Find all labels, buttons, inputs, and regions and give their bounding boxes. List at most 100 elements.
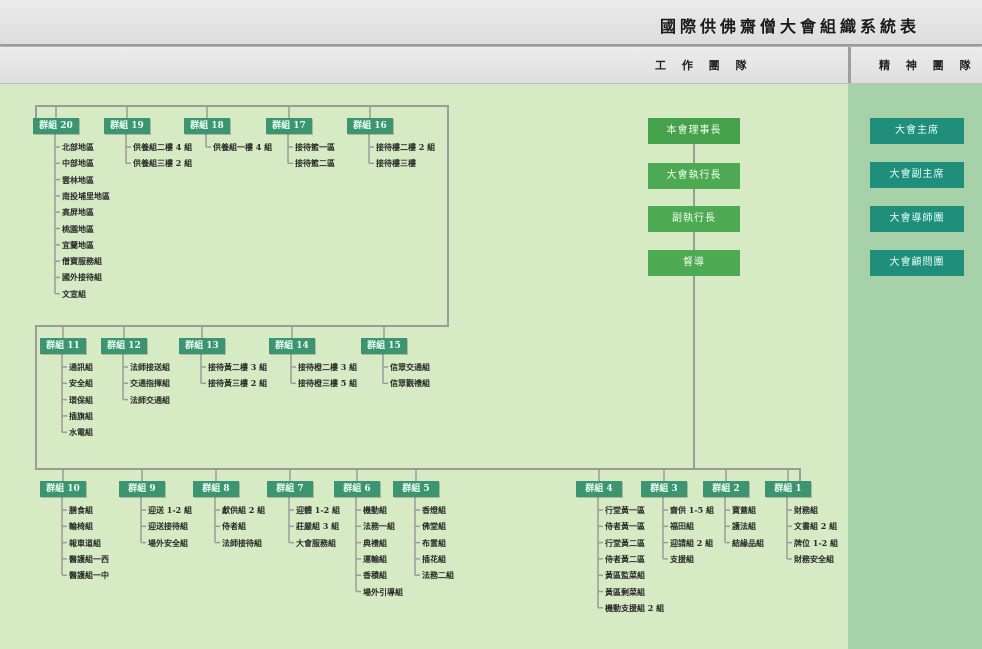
groupset-8-item: 獻供組 2 組 bbox=[222, 505, 266, 515]
groupset-9-item: 迎送 1-2 組 bbox=[148, 505, 193, 515]
groupset-13-item: 接待黃二樓 3 組 bbox=[208, 362, 268, 372]
spirit-mentor-group[interactable]: 大會導師團 bbox=[870, 206, 964, 232]
groupset-5-box[interactable]: 群組 5 bbox=[393, 481, 439, 497]
role-executive-director[interactable]: 大會執行長 bbox=[648, 163, 740, 189]
groupset-11-item: 水電組 bbox=[69, 427, 93, 438]
groupset-6-item: 運輸組 bbox=[363, 553, 387, 564]
groupset-9-item: 場外安全組 bbox=[148, 537, 188, 548]
groupset-16-item: 接待樓三樓 bbox=[376, 158, 416, 169]
groupset-7-item: 迎體 1-2 組 bbox=[296, 505, 341, 515]
groupset-4-item: 侍者黃二區 bbox=[605, 553, 645, 564]
groupset-18-item: 供養組一樓 4 組 bbox=[213, 142, 273, 152]
groupset-10-item: 醫護組一中 bbox=[69, 570, 109, 581]
groupset-3-item: 齋供 1-5 組 bbox=[670, 505, 715, 515]
spirit-advisor-group[interactable]: 大會顧問團 bbox=[870, 250, 964, 276]
groupset-20-item: 桃園地區 bbox=[62, 223, 94, 234]
groupset-11-item: 安全組 bbox=[69, 378, 93, 389]
groupset-20-item: 雲林地區 bbox=[62, 174, 94, 185]
role-supervisor[interactable]: 督導 bbox=[648, 250, 740, 276]
groupset-5-item: 香燈組 bbox=[422, 505, 446, 515]
groupset-20-box[interactable]: 群組 20 bbox=[33, 118, 79, 134]
groupset-18-box[interactable]: 群組 18 bbox=[184, 118, 230, 134]
groupset-8-item: 法師接待組 bbox=[222, 537, 262, 548]
groupset-20-item: 南投埔里地區 bbox=[62, 190, 110, 201]
groupset-4-item: 侍者黃一區 bbox=[605, 521, 645, 532]
groupset-2-item: 結緣品組 bbox=[732, 537, 764, 548]
groupset-4-item: 黃區監菜組 bbox=[605, 570, 645, 581]
groupset-6-item: 法務一組 bbox=[363, 521, 395, 532]
groupset-8-box[interactable]: 群組 8 bbox=[193, 481, 239, 497]
groupset-11-item: 通訊組 bbox=[69, 362, 93, 372]
groupset-3-item: 支援組 bbox=[670, 553, 694, 564]
groupset-12-box[interactable]: 群組 12 bbox=[101, 338, 147, 354]
groupset-5-item: 法務二組 bbox=[422, 570, 454, 581]
groupset-4-box[interactable]: 群組 4 bbox=[576, 481, 622, 497]
groupset-6-item: 典禮組 bbox=[363, 537, 387, 548]
groupset-2-item: 寶蓋組 bbox=[732, 505, 756, 515]
groupset-3-item: 福田組 bbox=[670, 521, 694, 532]
groupset-2-item: 護法組 bbox=[732, 521, 756, 532]
groupset-20-item: 高屏地區 bbox=[62, 207, 94, 218]
groupset-12-item: 交通指揮組 bbox=[130, 378, 170, 389]
groupset-20-item: 宜蘭地區 bbox=[62, 239, 94, 250]
groupset-10-box[interactable]: 群組 10 bbox=[40, 481, 86, 497]
groupset-12-item: 法師交通組 bbox=[130, 394, 170, 405]
groupset-17-item: 接待籃二區 bbox=[295, 158, 335, 169]
groupset-6-item: 機動組 bbox=[363, 505, 387, 515]
groupset-9-box[interactable]: 群組 9 bbox=[119, 481, 165, 497]
role-deputy-director[interactable]: 副執行長 bbox=[648, 206, 740, 232]
groupset-17-item: 接待籃一區 bbox=[295, 142, 335, 152]
groupset-16-item: 接待樓二樓 2 組 bbox=[376, 142, 436, 152]
groupset-5-item: 布置組 bbox=[422, 537, 446, 548]
groupset-7-item: 莊嚴組 3 組 bbox=[296, 521, 340, 532]
spirit-president[interactable]: 大會主席 bbox=[870, 118, 964, 144]
groupset-4-item: 黃區剩菜組 bbox=[605, 586, 645, 597]
groupset-15-item: 信眾觀禮組 bbox=[390, 378, 430, 389]
groupset-19-item: 供養組二樓 4 組 bbox=[133, 142, 193, 152]
groupset-13-item: 接待黃三樓 2 組 bbox=[208, 378, 268, 389]
groupset-4-item: 行堂黃一區 bbox=[605, 505, 645, 515]
groupset-3-box[interactable]: 群組 3 bbox=[641, 481, 687, 497]
groupset-14-item: 接待橙二樓 3 組 bbox=[298, 362, 358, 372]
groupset-1-item: 文書組 2 組 bbox=[794, 521, 838, 532]
groupset-11-item: 環保組 bbox=[69, 394, 93, 405]
role-chairman[interactable]: 本會理事長 bbox=[648, 118, 740, 144]
groupset-19-box[interactable]: 群組 19 bbox=[104, 118, 150, 134]
groupset-6-item: 場外引導組 bbox=[363, 586, 403, 597]
groupset-4-item: 機動支援組 2 組 bbox=[605, 602, 665, 613]
groupset-13-box[interactable]: 群組 13 bbox=[179, 338, 225, 354]
groupset-4-item: 行堂黃二區 bbox=[605, 537, 645, 548]
groupset-6-box[interactable]: 群組 6 bbox=[334, 481, 380, 497]
groupset-8-item: 侍者組 bbox=[222, 521, 246, 532]
groupset-1-item: 財務組 bbox=[794, 505, 818, 515]
groupset-20-item: 中部地區 bbox=[62, 158, 94, 169]
groupset-14-item: 接待橙三樓 5 組 bbox=[298, 378, 358, 389]
groupset-1-item: 牌位 1-2 組 bbox=[794, 537, 839, 548]
groupset-1-box[interactable]: 群組 1 bbox=[765, 481, 811, 497]
groupset-20-item: 僧寶服務組 bbox=[62, 256, 102, 267]
groupset-16-box[interactable]: 群組 16 bbox=[347, 118, 393, 134]
groupset-5-item: 佛堂組 bbox=[422, 521, 446, 532]
connector-lines bbox=[35, 105, 801, 609]
groupset-14-box[interactable]: 群組 14 bbox=[269, 338, 315, 354]
groupset-19-item: 供養組三樓 2 組 bbox=[133, 158, 193, 169]
groupset-7-box[interactable]: 群組 7 bbox=[267, 481, 313, 497]
groupset-12-item: 法師接送組 bbox=[130, 362, 170, 372]
groupset-1-item: 財務安全組 bbox=[794, 553, 834, 564]
groupset-7-item: 大會服務組 bbox=[296, 537, 336, 548]
groupset-10-item: 輪椅組 bbox=[69, 521, 93, 532]
groupset-20-item: 文宣組 bbox=[62, 288, 86, 299]
groupset-10-item: 膳食組 bbox=[69, 505, 93, 515]
groupset-15-item: 信眾交通組 bbox=[390, 362, 430, 372]
groupset-6-item: 香積組 bbox=[363, 570, 387, 581]
groupset-10-item: 醫護組一西 bbox=[69, 553, 109, 564]
groupset-17-box[interactable]: 群組 17 bbox=[266, 118, 312, 134]
groupset-10-item: 報車道組 bbox=[69, 537, 101, 548]
groupset-5-item: 插花組 bbox=[422, 553, 446, 564]
groupset-2-box[interactable]: 群組 2 bbox=[703, 481, 749, 497]
groupset-11-box[interactable]: 群組 11 bbox=[40, 338, 86, 354]
spirit-vice-president[interactable]: 大會副主席 bbox=[870, 162, 964, 188]
groupset-15-box[interactable]: 群組 15 bbox=[361, 338, 407, 354]
groupset-9-item: 迎送接待組 bbox=[148, 521, 188, 532]
groupset-20-item: 北部地區 bbox=[62, 142, 94, 152]
